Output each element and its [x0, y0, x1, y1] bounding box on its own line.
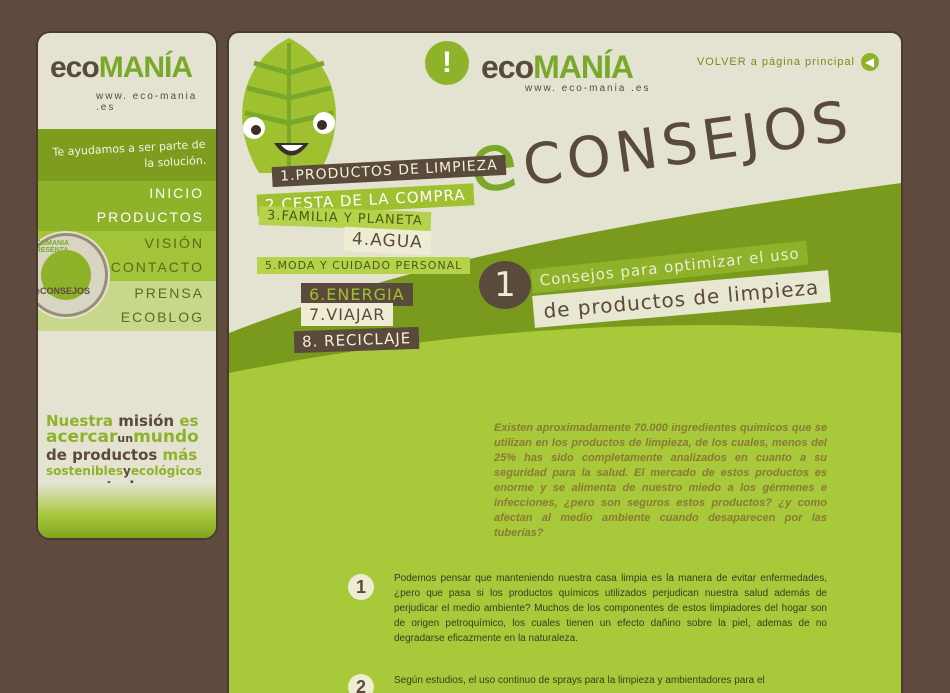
mission-word: de	[46, 446, 67, 464]
mission-word: acercar	[46, 427, 118, 447]
header-area: ! ecoMANÍA www. eco-mania .es VOLVER a p…	[229, 33, 901, 403]
back-to-home-link[interactable]: VOLVER a página principal ◀	[697, 53, 879, 71]
mission-word: un	[117, 432, 134, 445]
menu-agua[interactable]: 4.AGUA	[343, 226, 432, 256]
nav-productos[interactable]: PRODUCTOS	[38, 205, 216, 229]
arrow-left-icon: ◀	[861, 53, 879, 71]
sidebar: ecoMANÍA www. eco-mania .es Te ayudamos …	[38, 33, 216, 538]
menu-reciclaje[interactable]: 8. RECICLAJE	[293, 326, 420, 354]
mission-word: sostenibles	[46, 464, 124, 478]
menu-moda-cuidado[interactable]: 5.MODA Y CUIDADO PERSONAL	[257, 257, 471, 274]
back-link-label: VOLVER a página principal	[696, 56, 855, 68]
sidebar-logo[interactable]: ecoMANÍA	[50, 51, 193, 85]
logo-eco: eco	[481, 49, 534, 85]
intro-paragraph: Existen aproximadamente 70.000 ingredien…	[494, 422, 827, 539]
tip-text: Según estudios, el uso continuo de spray…	[394, 675, 765, 686]
mission-word: mundo	[133, 427, 199, 447]
mission-word: ecológicos	[130, 464, 202, 478]
tip-number: 1	[348, 574, 374, 600]
mission-word: más	[162, 446, 198, 464]
grass-decoration	[38, 483, 216, 538]
main-panel: ! ecoMANÍA www. eco-mania .es VOLVER a p…	[229, 33, 901, 693]
main-logo[interactable]: ecoMANÍA	[481, 49, 634, 86]
logo-mania: MANÍA	[533, 49, 634, 85]
main-url: www. eco-mania .es	[525, 83, 651, 94]
tip-text: Podemos pensar que manteniendo nuestra c…	[394, 573, 827, 644]
nav-inicio[interactable]: INICIO	[38, 181, 216, 205]
logo-eco: eco	[50, 51, 100, 84]
badge-bottom-text: eCONSEJOS	[38, 286, 91, 296]
logo-mania: MANÍA	[98, 51, 193, 84]
sidebar-url: www. eco-mania .es	[96, 91, 198, 113]
tip-number: 2	[348, 674, 374, 693]
leaf-mascot-icon	[242, 38, 336, 173]
section-number: 1	[479, 261, 531, 309]
mission-word: productos	[72, 446, 158, 464]
exclamation-bubble-icon: !	[425, 41, 469, 85]
menu-viajar[interactable]: 7.VIAJAR	[301, 303, 394, 326]
mission-word: y	[123, 464, 131, 478]
